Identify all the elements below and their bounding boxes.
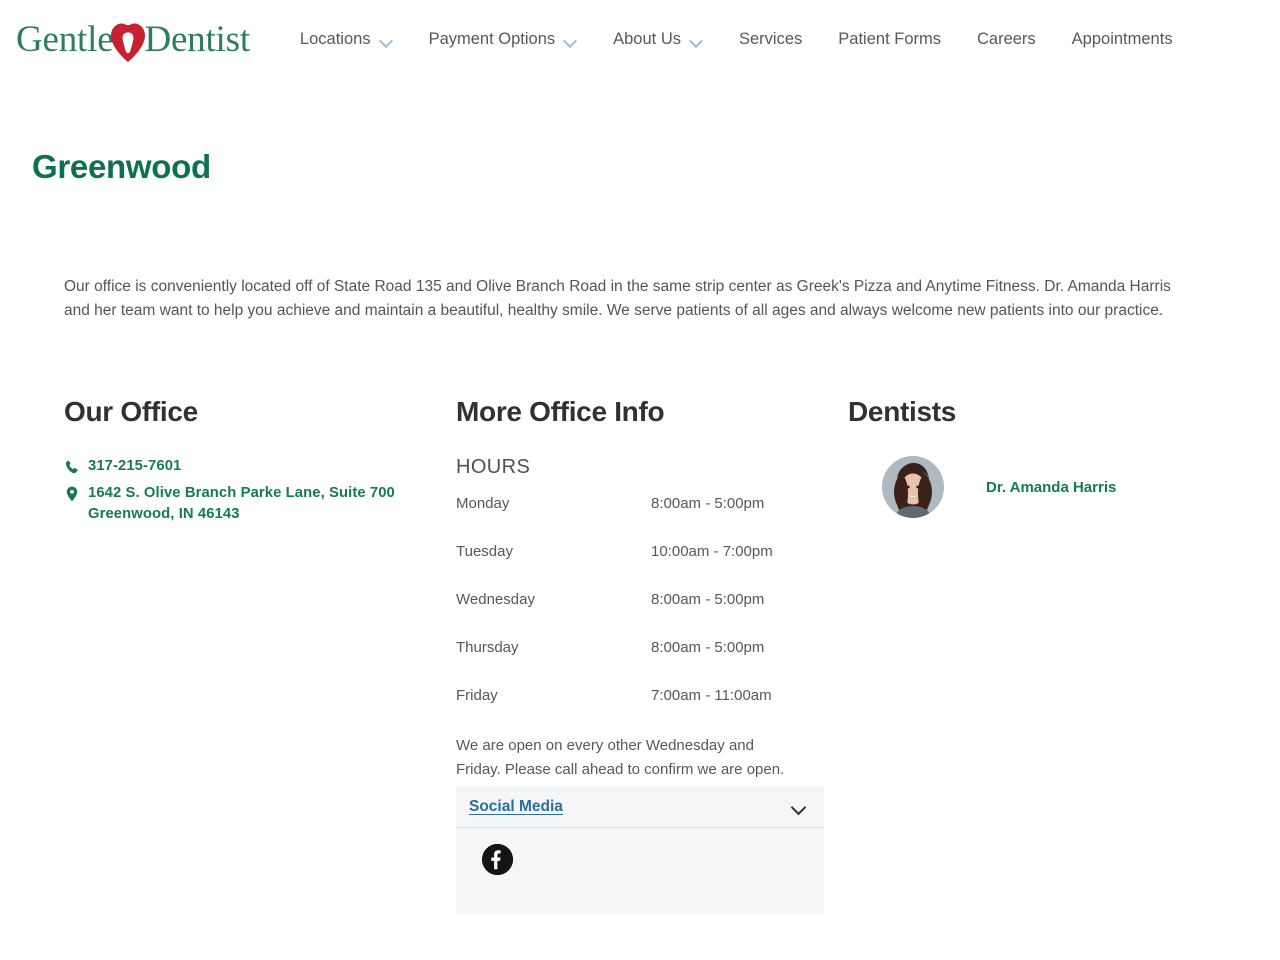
address-link[interactable]: 1642 S. Olive Branch Parke Lane, Suite 7… [64,483,456,525]
our-office-column: Our Office 317-215-7601 1642 S. Olive Br… [64,396,456,914]
dentist-list-item: Dr. Amanda Harris [848,456,1240,518]
page-title: Greenwood [32,148,211,185]
nav-label: Payment Options [428,30,556,48]
main-navigation: Locations Payment Options About Us Servi… [282,24,1191,55]
nav-item-about-us[interactable]: About Us [595,24,721,55]
logo-text-dentist: Dentist [144,19,250,60]
location-pin-icon [64,483,79,503]
hours-note: We are open on every other Wednesday and… [456,737,785,778]
hours-time: 8:00am - 5:00pm [651,495,765,512]
hours-row: Friday 7:00am - 11:00am [456,687,848,735]
hours-day: Thursday [456,639,519,656]
nav-item-careers[interactable]: Careers [959,24,1054,55]
hours-row: Thursday 8:00am - 5:00pm [456,639,848,687]
phone-icon [64,456,79,476]
nav-label: About Us [613,30,681,48]
intro-paragraph: Our office is conveniently located off o… [64,278,1171,319]
nav-label: Careers [976,30,1036,48]
social-media-accordion-header[interactable]: Social Media [456,786,824,828]
hours-label: HOURS [456,456,531,478]
nav-item-patient-forms[interactable]: Patient Forms [820,24,959,55]
address-line-2: Greenwood, IN 46143 [88,506,240,522]
hours-day: Friday [456,687,498,704]
social-media-label[interactable]: Social Media [469,798,563,816]
dentists-column: Dentists Dr. Amanda Harris [848,396,1240,914]
social-media-accordion-body [456,828,824,914]
nav-item-locations[interactable]: Locations [282,24,411,55]
chevron-down-icon [690,36,703,44]
hours-row: Tuesday 10:00am - 7:00pm [456,543,848,591]
hours-time: 10:00am - 7:00pm [651,543,773,560]
nav-label: Locations [299,30,371,48]
heart-tooth-icon [109,19,147,63]
more-office-info-column: More Office Info HOURS Monday 8:00am - 5… [456,396,848,914]
address-text: 1642 S. Olive Branch Parke Lane, Suite 7… [88,483,395,525]
site-logo[interactable]: Gentle Dentist [16,18,250,62]
hours-day: Monday [456,495,510,512]
chevron-down-icon [564,36,577,44]
nav-item-payment-options[interactable]: Payment Options [411,24,596,55]
hours-time: 8:00am - 5:00pm [651,639,765,656]
phone-number: 317-215-7601 [88,458,182,474]
our-office-heading: Our Office [64,396,198,427]
dentist-name-link[interactable]: Dr. Amanda Harris [966,479,1116,496]
chevron-down-icon [380,36,393,44]
hours-day: Wednesday [456,591,535,608]
nav-label: Services [739,30,803,48]
nav-item-appointments[interactable]: Appointments [1054,24,1191,55]
dentist-avatar[interactable] [882,456,944,518]
hours-time: 8:00am - 5:00pm [651,591,765,608]
phone-link[interactable]: 317-215-7601 [64,456,456,477]
nav-label: Patient Forms [838,30,941,48]
nav-item-services[interactable]: Services [721,24,820,55]
address-line-1: 1642 S. Olive Branch Parke Lane, Suite 7… [88,485,395,501]
more-office-info-heading: More Office Info [456,396,665,427]
hours-day: Tuesday [456,543,513,560]
hours-time: 7:00am - 11:00am [651,687,772,704]
nav-label: Appointments [1071,30,1173,48]
chevron-down-icon[interactable] [791,802,807,812]
facebook-icon[interactable] [482,844,513,875]
social-media-accordion: Social Media [456,786,824,914]
logo-text-gentle: Gentle [16,19,114,60]
hours-row: Monday 8:00am - 5:00pm [456,495,848,543]
hours-row: Wednesday 8:00am - 5:00pm [456,591,848,639]
site-header: Gentle Dentist Locations Payment Options… [0,0,1280,79]
dentists-heading: Dentists [848,396,957,427]
content-columns: Our Office 317-215-7601 1642 S. Olive Br… [0,396,1280,914]
